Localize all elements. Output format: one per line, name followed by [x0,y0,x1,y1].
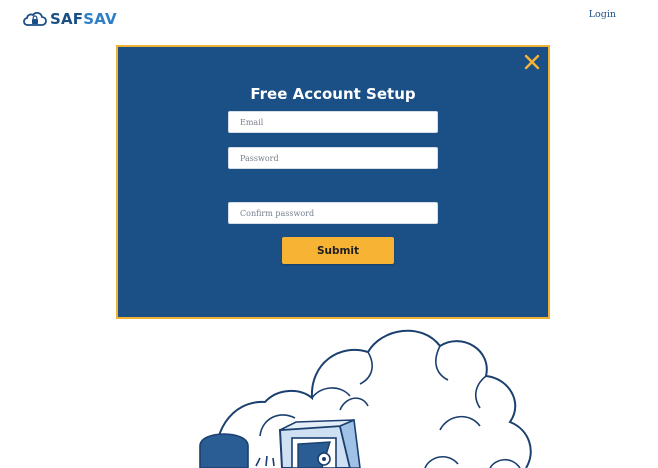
logo-text-sav: SAV [83,10,117,28]
cloud-lock-icon [23,12,47,26]
login-link[interactable]: Login [589,9,616,20]
email-field[interactable] [228,111,438,133]
password-field[interactable] [228,147,438,169]
logo-text-saf: SAF [50,10,84,28]
brand-logo[interactable]: SAF SAV [23,10,117,28]
page: SAFSAV Login Free Account Setup Submit [0,0,658,468]
submit-button[interactable]: Submit [282,237,394,264]
close-icon[interactable] [523,53,541,71]
modal-title: Free Account Setup [250,85,416,103]
cloud-safe-illustration [199,329,532,468]
confirm-password-field[interactable] [228,202,438,224]
signup-modal: Free Account Setup Submit [116,45,550,319]
